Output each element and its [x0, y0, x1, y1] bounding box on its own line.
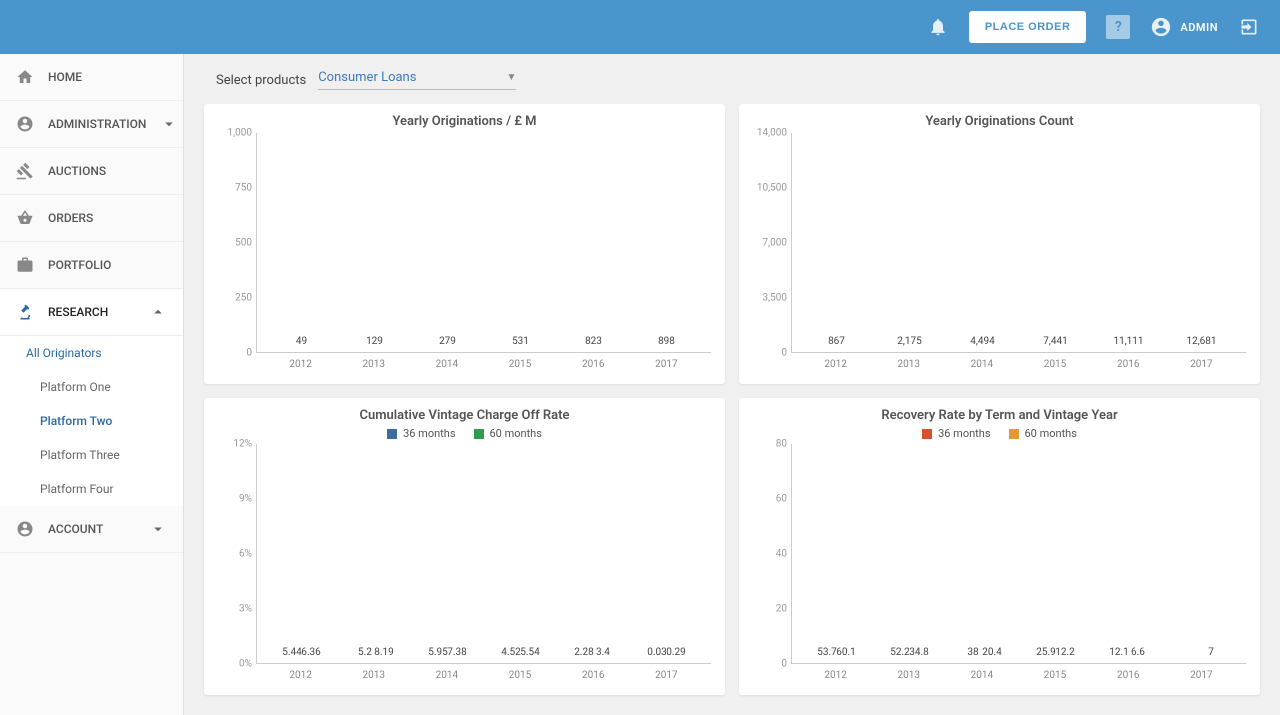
main-content: Select products Consumer Loans ▼ Yearly …: [184, 54, 1280, 715]
chart-card: Yearly Originations / £ M02505007501,000…: [204, 104, 725, 384]
user-menu[interactable]: ADMIN: [1150, 16, 1218, 38]
sidebar-item-portfolio[interactable]: PORTFOLIO: [0, 242, 183, 289]
place-order-button[interactable]: PLACE ORDER: [969, 11, 1087, 43]
chart-title: Yearly Originations Count: [753, 114, 1246, 129]
bell-icon[interactable]: [927, 16, 949, 38]
chart-card: Yearly Originations Count03,5007,00010,5…: [739, 104, 1260, 384]
home-icon: [16, 68, 34, 86]
basket-icon: [16, 209, 34, 227]
sidebar-subitem-all-originators[interactable]: All Originators: [0, 336, 183, 370]
help-icon[interactable]: ?: [1106, 15, 1130, 39]
charts-grid: Yearly Originations / £ M02505007501,000…: [204, 104, 1260, 695]
briefcase-icon: [16, 256, 34, 274]
sidebar: HOME ADMINISTRATION AUCTIONS ORDERS PORT…: [0, 54, 184, 715]
user-circle-icon: [16, 115, 34, 133]
logout-icon[interactable]: [1238, 16, 1260, 38]
chart-legend: 36 months60 months: [218, 427, 711, 440]
sidebar-item-home[interactable]: HOME: [0, 54, 183, 101]
sidebar-subitem-platform-four[interactable]: Platform Four: [0, 472, 183, 506]
sidebar-subitem-platform-one[interactable]: Platform One: [0, 370, 183, 404]
product-filter-dropdown[interactable]: Consumer Loans ▼: [318, 70, 516, 90]
sidebar-item-research[interactable]: RESEARCH: [0, 289, 183, 336]
chevron-up-icon: [149, 303, 167, 321]
topbar: PLACE ORDER ? ADMIN: [0, 0, 1280, 54]
product-filter-row: Select products Consumer Loans ▼: [204, 64, 1260, 104]
chart-title: Cumulative Vintage Charge Off Rate: [218, 408, 711, 423]
user-circle-icon: [16, 520, 34, 538]
sidebar-subitem-platform-two[interactable]: Platform Two: [0, 404, 183, 438]
sidebar-item-account[interactable]: ACCOUNT: [0, 506, 183, 553]
sidebar-subitem-platform-three[interactable]: Platform Three: [0, 438, 183, 472]
sidebar-item-administration[interactable]: ADMINISTRATION: [0, 101, 183, 148]
chevron-down-icon: [149, 520, 167, 538]
chart-title: Yearly Originations / £ M: [218, 114, 711, 129]
user-label: ADMIN: [1180, 21, 1218, 34]
chart-card: Recovery Rate by Term and Vintage Year 36…: [739, 398, 1260, 695]
chart-title: Recovery Rate by Term and Vintage Year: [753, 408, 1246, 423]
chart-card: Cumulative Vintage Charge Off Rate 36 mon…: [204, 398, 725, 695]
chevron-down-icon: [160, 115, 178, 133]
product-filter-label: Select products: [216, 73, 306, 88]
research-subitems: All Originators Platform One Platform Tw…: [0, 336, 183, 506]
chart-legend: 36 months60 months: [753, 427, 1246, 440]
sidebar-item-auctions[interactable]: AUCTIONS: [0, 148, 183, 195]
caret-down-icon: ▼: [506, 72, 516, 83]
microscope-icon: [16, 303, 34, 321]
sidebar-item-orders[interactable]: ORDERS: [0, 195, 183, 242]
gavel-icon: [16, 162, 34, 180]
